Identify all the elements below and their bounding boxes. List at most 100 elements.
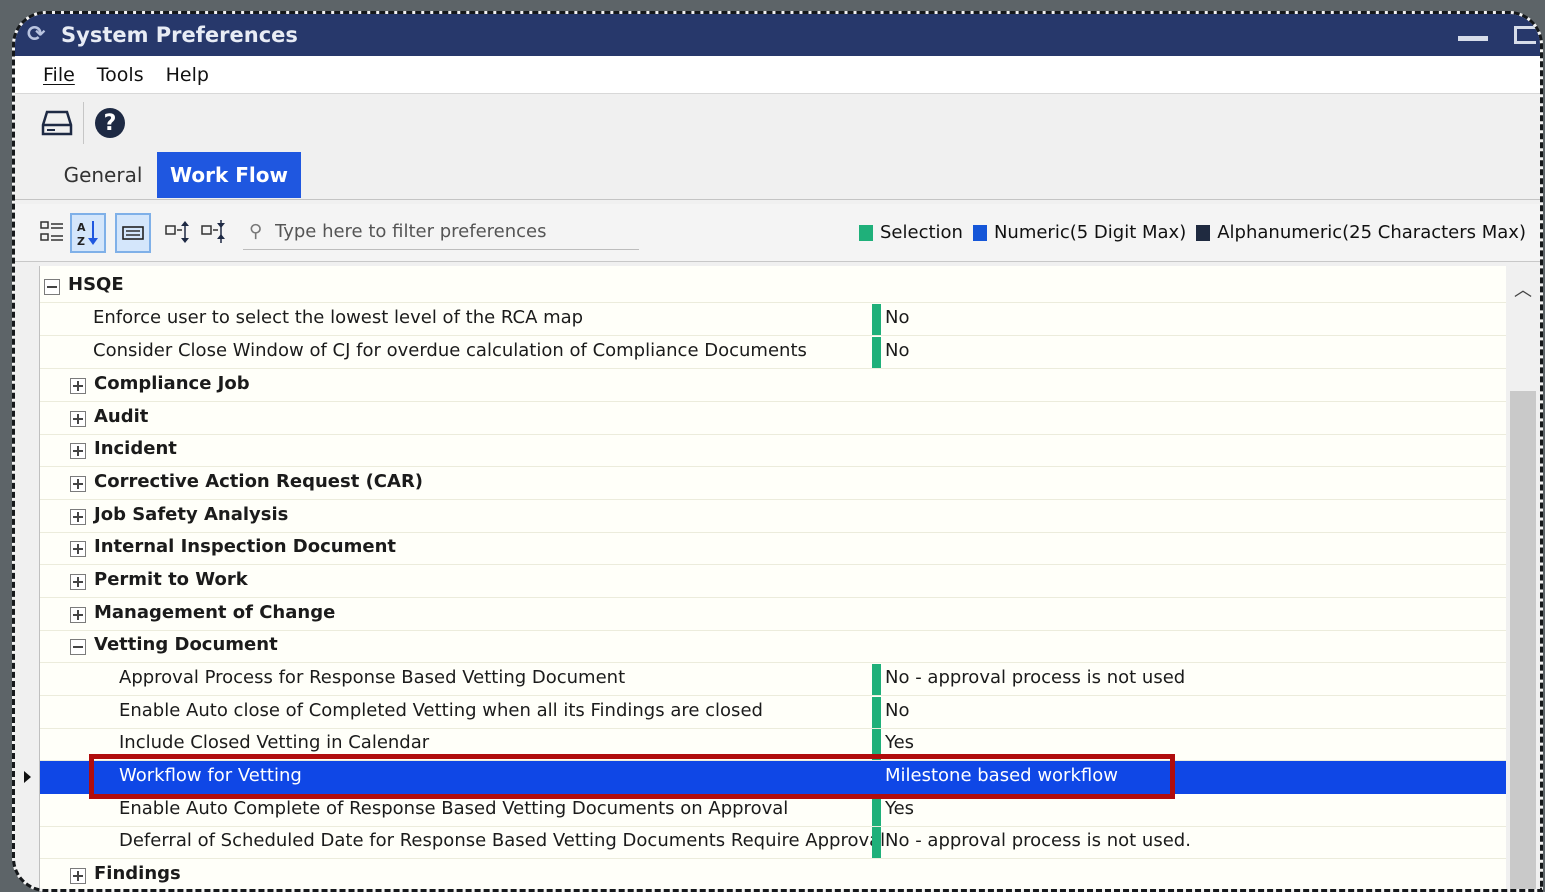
minimize-icon[interactable] xyxy=(1458,36,1488,41)
preference-label: Enable Auto close of Completed Vetting w… xyxy=(119,700,763,721)
system-preferences-window: ⟳ System Preferences File Tools Help ? G… xyxy=(12,11,1543,892)
tree-group-management-of-change[interactable]: Management of Change xyxy=(40,598,1506,631)
expand-icon[interactable] xyxy=(70,476,86,492)
tab-strip: General Work Flow xyxy=(15,152,1540,200)
preference-value[interactable]: Yes xyxy=(885,732,914,753)
tree-group-compliance-job[interactable]: Compliance Job xyxy=(40,369,1506,402)
tree-group-permit-to-work[interactable]: Permit to Work xyxy=(40,565,1506,598)
expand-icon[interactable] xyxy=(70,868,86,884)
preference-row[interactable]: Consider Close Window of CJ for overdue … xyxy=(40,336,1506,369)
expand-icon[interactable] xyxy=(70,509,86,525)
preference-label: Deferral of Scheduled Date for Response … xyxy=(119,830,886,851)
expand-all-icon xyxy=(165,221,189,243)
tree-group-findings[interactable]: Findings xyxy=(40,859,1506,889)
property-pages-button[interactable] xyxy=(115,213,151,253)
preference-row-selected[interactable]: Workflow for Vetting Milestone based wor… xyxy=(24,761,1506,794)
collapse-all-icon xyxy=(201,220,225,243)
expand-icon[interactable] xyxy=(70,607,86,623)
expand-icon[interactable] xyxy=(70,541,86,557)
group-label: Job Safety Analysis xyxy=(94,504,289,525)
tree-group-audit[interactable]: Audit xyxy=(40,402,1506,435)
tree-group-incident[interactable]: Incident xyxy=(40,434,1506,467)
property-pages-icon xyxy=(122,226,144,240)
alphabetical-sort-button[interactable]: A Z xyxy=(70,213,106,253)
selection-type-marker xyxy=(872,827,881,858)
selection-type-marker xyxy=(872,664,881,695)
filter-input[interactable] xyxy=(275,221,625,242)
legend-swatch-selection xyxy=(859,224,873,241)
selection-type-marker xyxy=(872,697,881,728)
categorized-view-icon xyxy=(40,221,63,241)
preference-row[interactable]: Approval Process for Response Based Vett… xyxy=(40,663,1506,696)
svg-text:A: A xyxy=(77,221,86,234)
menu-tools[interactable]: Tools xyxy=(97,64,144,86)
legend-swatch-alphanumeric xyxy=(1196,224,1211,241)
preference-value[interactable]: Milestone based workflow xyxy=(885,765,1118,786)
group-label: Audit xyxy=(94,406,149,427)
preference-value[interactable]: No - approval process is not used xyxy=(885,667,1185,688)
group-label: HSQE xyxy=(68,274,124,295)
preference-row[interactable]: Enforce user to select the lowest level … xyxy=(40,303,1506,336)
collapse-icon[interactable] xyxy=(70,639,86,655)
title-bar: ⟳ System Preferences xyxy=(15,14,1540,56)
group-label: Vetting Document xyxy=(94,634,278,655)
preference-value[interactable]: No - approval process is not used. xyxy=(885,830,1191,851)
vertical-scrollbar[interactable]: ︿ xyxy=(1506,266,1540,889)
app-icon: ⟳ xyxy=(27,22,46,47)
group-label: Incident xyxy=(94,438,177,459)
sort-az-icon: A Z xyxy=(77,221,98,247)
expand-all-button[interactable] xyxy=(163,217,193,247)
preferences-tree: HSQE Enforce user to select the lowest l… xyxy=(24,266,1506,889)
preference-row[interactable]: Enable Auto close of Completed Vetting w… xyxy=(40,696,1506,729)
search-icon: ⚲ xyxy=(249,221,263,242)
chevron-up-icon[interactable]: ︿ xyxy=(1514,276,1532,302)
type-legend: Selection Numeric(5 Digit Max) Alphanume… xyxy=(849,222,1526,243)
maximize-icon[interactable] xyxy=(1514,26,1536,44)
collapse-icon[interactable] xyxy=(44,279,60,295)
tab-work-flow[interactable]: Work Flow xyxy=(157,152,301,198)
expand-icon[interactable] xyxy=(70,378,86,394)
collapse-all-button[interactable] xyxy=(199,217,229,247)
preference-value[interactable]: No xyxy=(885,700,909,721)
tree-group-hsqe[interactable]: HSQE xyxy=(40,270,1506,303)
tree-group-internal-inspection[interactable]: Internal Inspection Document xyxy=(40,532,1506,565)
expand-icon[interactable] xyxy=(70,443,86,459)
tree-group-car[interactable]: Corrective Action Request (CAR) xyxy=(40,467,1506,500)
scrollbar-thumb[interactable] xyxy=(1510,391,1536,889)
group-label: Permit to Work xyxy=(94,569,248,590)
menu-help[interactable]: Help xyxy=(166,64,209,86)
toolbar-separator xyxy=(83,102,84,144)
preference-value[interactable]: No xyxy=(885,340,909,361)
preference-value[interactable]: No xyxy=(885,307,909,328)
group-label: Management of Change xyxy=(94,602,336,623)
help-button[interactable]: ? xyxy=(92,105,128,141)
categorized-view-button[interactable] xyxy=(37,217,67,247)
menu-file[interactable]: File xyxy=(43,64,75,86)
preference-row[interactable]: Include Closed Vetting in Calendar Yes xyxy=(40,728,1506,761)
preference-label: Workflow for Vetting xyxy=(119,765,302,786)
selection-type-marker xyxy=(872,337,881,368)
help-circle-icon: ? xyxy=(95,108,125,138)
tree-group-vetting-document[interactable]: Vetting Document xyxy=(40,630,1506,663)
tab-general[interactable]: General xyxy=(53,152,153,198)
selection-type-marker xyxy=(872,729,881,760)
save-button[interactable] xyxy=(39,105,75,141)
expand-icon[interactable] xyxy=(70,411,86,427)
preference-label: Enforce user to select the lowest level … xyxy=(93,307,584,328)
expand-icon[interactable] xyxy=(70,574,86,590)
preference-row[interactable]: Deferral of Scheduled Date for Response … xyxy=(40,826,1506,859)
legend-label-numeric: Numeric(5 Digit Max) xyxy=(993,222,1187,243)
preference-row[interactable]: Enable Auto Complete of Response Based V… xyxy=(40,794,1506,827)
window-title: System Preferences xyxy=(61,23,298,47)
preference-value[interactable]: Yes xyxy=(885,798,914,819)
preference-label: Include Closed Vetting in Calendar xyxy=(119,732,430,753)
preference-label: Approval Process for Response Based Vett… xyxy=(119,667,626,688)
selection-type-marker xyxy=(872,795,881,826)
selection-type-marker xyxy=(872,304,881,335)
svg-text:Z: Z xyxy=(77,235,85,247)
tree-group-job-safety-analysis[interactable]: Job Safety Analysis xyxy=(40,500,1506,533)
drive-icon xyxy=(41,110,73,136)
preference-label: Enable Auto Complete of Response Based V… xyxy=(119,798,789,819)
group-label: Internal Inspection Document xyxy=(94,536,396,557)
legend-swatch-numeric xyxy=(972,224,987,241)
